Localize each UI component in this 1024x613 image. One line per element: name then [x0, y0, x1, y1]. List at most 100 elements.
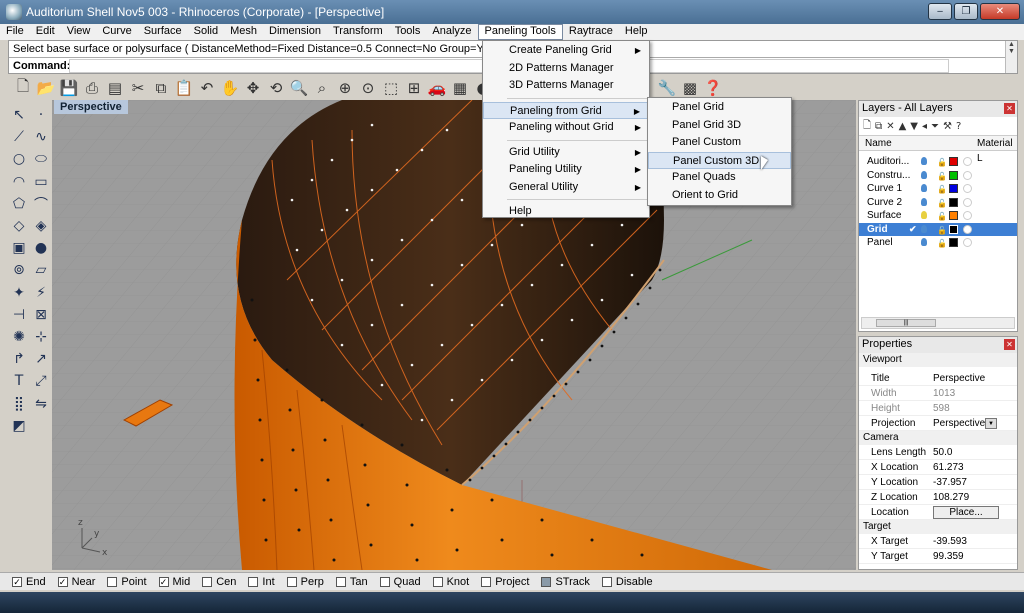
- prop-z-location[interactable]: Z Location 108.279: [859, 490, 1017, 505]
- prop-y-location[interactable]: Y Location -37.957: [859, 475, 1017, 490]
- osnap-int[interactable]: Int: [248, 576, 275, 588]
- open-icon[interactable]: 📂: [35, 77, 57, 99]
- lightbulb-icon[interactable]: [921, 211, 927, 219]
- copy-icon[interactable]: ⧉: [150, 77, 172, 99]
- view-icon[interactable]: ⬚: [380, 77, 402, 99]
- prop-x-target[interactable]: X Target -39.593: [859, 534, 1017, 549]
- unlock-icon[interactable]: 🔓: [937, 170, 947, 183]
- osnap-strack[interactable]: STrack: [541, 576, 590, 588]
- curve-icon[interactable]: ∿: [30, 126, 52, 148]
- box-icon[interactable]: ▣: [8, 237, 30, 259]
- help-icon[interactable]: ❓: [702, 77, 724, 99]
- new-icon[interactable]: 🗋: [12, 77, 34, 99]
- dropdown-arrow-icon[interactable]: ▼: [985, 418, 997, 429]
- layer-row[interactable]: Panel 🔓: [859, 236, 1017, 250]
- menu-tools[interactable]: Tools: [389, 24, 427, 40]
- text-icon[interactable]: T: [8, 370, 30, 392]
- place-button[interactable]: Place...: [933, 506, 999, 519]
- grid-icon[interactable]: ▦: [449, 77, 471, 99]
- restore-button[interactable]: ❐: [954, 3, 978, 20]
- prop-projection[interactable]: Projection Perspective ▼: [859, 416, 1017, 431]
- print-icon[interactable]: ⎙: [81, 77, 103, 99]
- menu-curve[interactable]: Curve: [96, 24, 137, 40]
- lightbulb-icon[interactable]: [921, 170, 927, 179]
- menu-transform[interactable]: Transform: [327, 24, 389, 40]
- layers-scrollbar[interactable]: |||: [861, 317, 1015, 329]
- osnap-cen[interactable]: Cen: [202, 576, 236, 588]
- layer-color-swatch[interactable]: [949, 224, 958, 234]
- cylinder-icon[interactable]: ⊚: [8, 259, 30, 281]
- osnap-knot[interactable]: Knot: [432, 576, 469, 588]
- checkbox-icon[interactable]: ✓: [12, 576, 22, 587]
- menu-mesh[interactable]: Mesh: [224, 24, 263, 40]
- submenu-item-orient-to-grid[interactable]: Orient to Grid: [648, 187, 791, 205]
- menu-view[interactable]: View: [61, 24, 97, 40]
- extend-icon[interactable]: ↗: [30, 348, 52, 370]
- layer-row-current[interactable]: Grid ✔ 🔓: [859, 222, 1017, 237]
- menu-raytrace[interactable]: Raytrace: [563, 24, 619, 40]
- delete-layer-icon[interactable]: ✕: [886, 121, 894, 132]
- prop-title[interactable]: Title Perspective: [859, 371, 1017, 386]
- checkbox-icon[interactable]: ✓: [57, 576, 68, 587]
- menu-item-paneling-from-grid[interactable]: Paneling from Grid ▶: [483, 101, 649, 119]
- move-icon[interactable]: ✥: [242, 77, 264, 99]
- material-icon[interactable]: [963, 224, 972, 234]
- menu-item-grid-utility[interactable]: Grid Utility ▶: [483, 144, 649, 162]
- menu-surface[interactable]: Surface: [138, 24, 188, 40]
- close-icon[interactable]: ✕: [1004, 103, 1015, 114]
- checkbox-icon[interactable]: [248, 576, 259, 587]
- layer-color-swatch[interactable]: [949, 197, 958, 207]
- zoom-window-icon[interactable]: ⌕: [311, 77, 333, 99]
- command-scrollbar[interactable]: ▲ ▼: [1005, 41, 1017, 73]
- move-layer-icon[interactable]: ◂: [922, 121, 927, 132]
- save-icon[interactable]: 💾: [58, 77, 80, 99]
- close-button[interactable]: ✕: [980, 3, 1020, 20]
- scroll-thumb[interactable]: |||: [876, 319, 936, 327]
- menu-item-create-paneling-grid[interactable]: Create Paneling Grid ▶: [483, 42, 649, 60]
- layers-col-name[interactable]: Name: [865, 136, 892, 151]
- material-icon[interactable]: [963, 170, 972, 180]
- move-down-icon[interactable]: ▼: [910, 121, 918, 132]
- filter-icon[interactable]: ⏷: [931, 121, 939, 132]
- join-icon[interactable]: ⊠: [30, 304, 52, 326]
- layer-color-swatch[interactable]: [949, 238, 958, 247]
- loft-icon[interactable]: ◈: [30, 215, 52, 237]
- menu-item-2d-patterns-manager[interactable]: 2D Patterns Manager: [483, 60, 649, 78]
- split-icon[interactable]: ⊣: [8, 304, 30, 326]
- osnap-disable[interactable]: Disable: [601, 576, 653, 588]
- unlock-icon[interactable]: 🔓: [937, 210, 947, 223]
- point-icon[interactable]: ·: [30, 104, 52, 126]
- unlock-icon[interactable]: 🔓: [937, 224, 947, 237]
- menu-item-general-utility[interactable]: General Utility ▶: [483, 179, 649, 197]
- lightbulb-icon[interactable]: [921, 238, 927, 246]
- explode-icon[interactable]: ✺: [8, 326, 30, 348]
- material-icon[interactable]: [963, 184, 972, 193]
- osnap-near[interactable]: ✓ Near: [57, 576, 95, 588]
- sphere-icon[interactable]: ●: [30, 237, 52, 259]
- menu-item-paneling-without-grid[interactable]: Paneling without Grid ▶: [483, 119, 649, 137]
- unlock-icon[interactable]: 🔓: [937, 156, 947, 169]
- move-up-icon[interactable]: ▲: [899, 121, 907, 132]
- mirror-icon[interactable]: ⇋: [30, 392, 52, 414]
- cut-icon[interactable]: ✂: [127, 77, 149, 99]
- menu-item-3d-patterns-manager[interactable]: 3D Patterns Manager: [483, 77, 649, 95]
- submenu-item-panel-grid[interactable]: Panel Grid: [648, 99, 791, 117]
- boolean-icon[interactable]: ✦: [8, 282, 30, 304]
- lightbulb-icon[interactable]: [921, 157, 927, 165]
- layer-row[interactable]: Curve 2 🔓: [859, 196, 1017, 210]
- lightbulb-icon[interactable]: [921, 197, 927, 206]
- menu-item-paneling-utility[interactable]: Paneling Utility ▶: [483, 161, 649, 179]
- new-sublayer-icon[interactable]: ⧉: [875, 121, 882, 132]
- offset-icon[interactable]: ↱: [8, 348, 30, 370]
- osnap-end[interactable]: ✓ End: [12, 576, 46, 588]
- menu-file[interactable]: File: [0, 24, 30, 40]
- submenu-item-panel-grid-3d[interactable]: Panel Grid 3D: [648, 117, 791, 135]
- viewport-title[interactable]: Perspective: [54, 100, 128, 114]
- array-icon[interactable]: ⣿: [8, 392, 30, 414]
- checkbox-icon[interactable]: [379, 576, 390, 587]
- checkbox-icon[interactable]: [601, 576, 612, 587]
- layer-color-swatch[interactable]: [949, 211, 958, 220]
- layer-row[interactable]: Constru... 🔓: [859, 169, 1017, 183]
- lightbulb-icon[interactable]: [921, 184, 927, 192]
- paste-icon[interactable]: 📋: [173, 77, 195, 99]
